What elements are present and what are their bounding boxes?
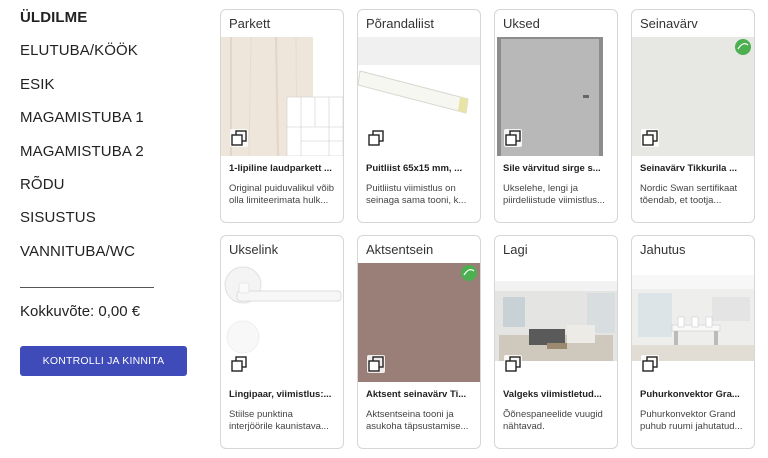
product-name: Puitliist 65x15 mm, ...	[366, 163, 463, 174]
product-card-aktsentsein[interactable]: Aktsentsein Aktsent seinavärv Ti... Akts…	[357, 235, 481, 449]
product-card-seinavarv[interactable]: Seinavärv Seinavärv Tikkurila ... Nordic…	[631, 9, 755, 223]
product-description: Stiilse punktina interjöörile kaunistava…	[229, 409, 329, 432]
sidebar-item-sisustus[interactable]: SISUSTUS	[20, 209, 96, 226]
product-name: Aktsent seinavärv Ti...	[366, 389, 467, 400]
product-description: Nordic Swan sertifikaat tõendab, et toot…	[640, 183, 738, 206]
card-category: Põrandaliist	[366, 16, 434, 31]
product-card-uksed[interactable]: Uksed Sile värvitud sirge s... Ukselehe,…	[494, 9, 618, 223]
sidebar-item-elutuba-kook[interactable]: ELUTUBA/KÖÖK	[20, 42, 138, 59]
sidebar-item-uldilme[interactable]: ÜLDILME	[20, 9, 87, 26]
stack-icon	[230, 355, 248, 373]
card-category: Jahutus	[640, 242, 686, 257]
sidebar-divider	[20, 287, 154, 288]
product-card-parkett[interactable]: Parkett 1-lipiline laudparkett ... Origi…	[220, 9, 344, 223]
product-name: Puhurkonvektor Gra...	[640, 389, 740, 400]
product-description: Aktsentseina tooni ja asukoha täpsustami…	[366, 409, 469, 432]
sidebar-item-rodu[interactable]: RÕDU	[20, 176, 65, 193]
product-card-porandaliist[interactable]: Põrandaliist Puitliist 65x15 mm, ... Pui…	[357, 9, 481, 223]
sidebar-item-magamistuba-1[interactable]: MAGAMISTUBA 1	[20, 109, 144, 126]
product-card-lagi[interactable]: Lagi Valgeks viimistletud... Õõnespaneel…	[494, 235, 618, 449]
card-category: Aktsentsein	[366, 242, 434, 257]
card-category: Parkett	[229, 16, 271, 31]
sidebar-item-vannituba-wc[interactable]: VANNITUBA/WC	[20, 243, 135, 260]
stack-icon	[230, 129, 248, 147]
product-description: Ukselehe, lengi ja piirdeliistude viimis…	[503, 183, 605, 206]
sidebar-item-esik[interactable]: ESIK	[20, 76, 55, 93]
stack-icon	[504, 355, 522, 373]
stack-icon	[641, 129, 659, 147]
card-category: Uksed	[503, 16, 540, 31]
sidebar-item-magamistuba-2[interactable]: MAGAMISTUBA 2	[20, 143, 144, 160]
stack-icon	[504, 129, 522, 147]
card-category: Seinavärv	[640, 16, 698, 31]
product-description: Õõnespaneelide vuugid nähtavad.	[503, 409, 603, 432]
sidebar: ÜLDILME ELUTUBA/KÖÖK ESIK MAGAMISTUBA 1 …	[0, 0, 205, 458]
total-summary: Kokkuvõte: 0,00 €	[20, 303, 141, 320]
stack-icon	[641, 355, 659, 373]
product-name: Lingipaar, viimistlus:...	[229, 389, 332, 400]
stack-icon	[367, 355, 385, 373]
card-category: Ukselink	[229, 242, 279, 257]
product-description: Original puiduvalikul võib olla limiteer…	[229, 183, 335, 206]
confirm-button[interactable]: KONTROLLI JA KINNITA	[20, 346, 187, 376]
product-description: Puitliistu viimistlus on seinaga sama to…	[366, 183, 467, 206]
product-name: Seinavärv Tikkurila ...	[640, 163, 737, 174]
product-description: Puhurkonvektor Grand puhub ruumi jahutat…	[640, 409, 743, 432]
product-name: 1-lipiline laudparkett ...	[229, 163, 332, 174]
stack-icon	[367, 129, 385, 147]
product-card-jahutus[interactable]: Jahutus Puhurkonvektor Gra... Puhurkonve…	[631, 235, 755, 449]
card-category: Lagi	[503, 242, 528, 257]
product-name: Sile värvitud sirge s...	[503, 163, 601, 174]
product-card-ukselink[interactable]: Ukselink Lingipaar, viimistlus:... Stiil…	[220, 235, 344, 449]
product-name: Valgeks viimistletud...	[503, 389, 602, 400]
